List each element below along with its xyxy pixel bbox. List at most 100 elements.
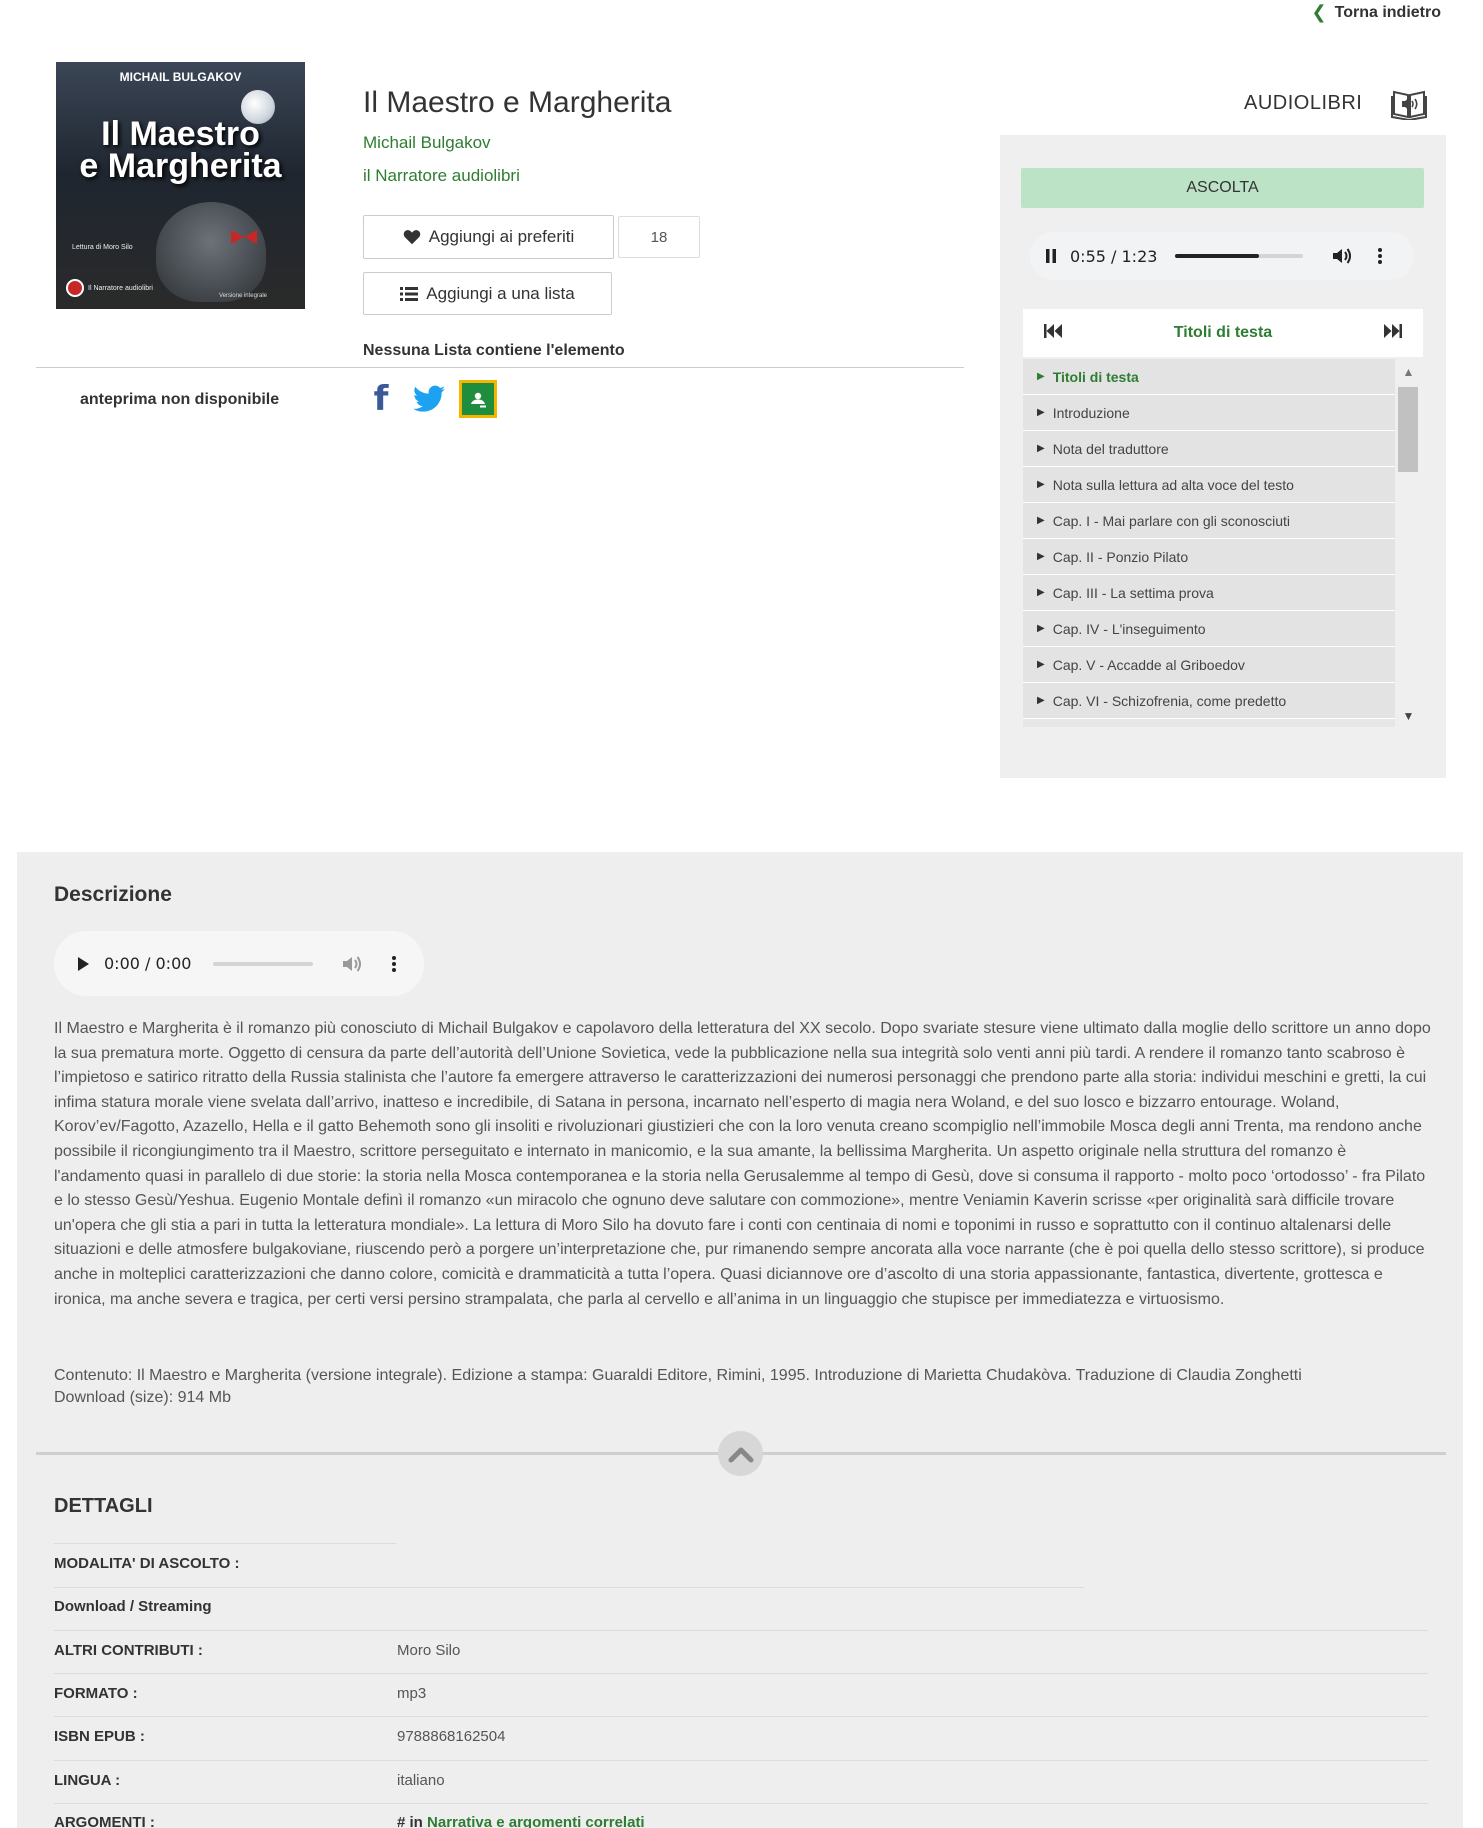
chapter-item[interactable]: ▶ Cap. IV - L'inseguimento bbox=[1023, 611, 1395, 647]
chapter-item[interactable]: ▶ Nota sulla lettura ad alta voce del tes… bbox=[1023, 467, 1395, 503]
other-contrib-value: Moro Silo bbox=[397, 1642, 461, 1659]
seek-bar-progress bbox=[1175, 254, 1259, 258]
add-to-list-button[interactable]: Aggiungi a una lista bbox=[363, 272, 612, 315]
page-title: Il Maestro e Margherita bbox=[363, 86, 672, 119]
favorites-count: 18 bbox=[618, 216, 700, 258]
other-contrib-label: ALTRI CONTRIBUTI : bbox=[54, 1642, 203, 1659]
book-cover: MICHAIL BULGAKOV Il Maestro e Margherita… bbox=[56, 62, 305, 309]
play-triangle-icon: ▶ bbox=[1037, 659, 1045, 670]
author-link[interactable]: Michail Bulgakov bbox=[363, 133, 491, 153]
description-seek-bar[interactable] bbox=[213, 961, 314, 966]
chapter-item[interactable]: ▶ Cap. II - Ponzio Pilato bbox=[1023, 539, 1395, 575]
isbn-value: 9788868162504 bbox=[397, 1728, 506, 1745]
social-share: f bbox=[363, 379, 497, 419]
divider bbox=[36, 367, 964, 368]
category-label: AUDIOLIBRI bbox=[1244, 92, 1363, 114]
publisher-link[interactable]: il Narratore audiolibri bbox=[363, 166, 520, 186]
chapter-scrollbar[interactable]: ▲ ▼ bbox=[1395, 359, 1422, 727]
chapter-item[interactable]: ▶ Introduzione bbox=[1023, 395, 1395, 431]
topics-prefix: # in bbox=[397, 1814, 423, 1828]
chapter-item[interactable]: ▶ Cap. I - Mai parlare con gli sconosciut… bbox=[1023, 503, 1395, 539]
isbn-label: ISBN EPUB : bbox=[54, 1728, 145, 1745]
total-time: 1:23 bbox=[1121, 246, 1158, 266]
google-classroom-icon[interactable] bbox=[459, 380, 497, 418]
time-display: 0:55 / 1:23 bbox=[1070, 246, 1158, 266]
previous-track-icon[interactable] bbox=[1043, 323, 1063, 344]
details-divider bbox=[54, 1716, 1428, 1717]
audiobook-icon bbox=[1391, 90, 1427, 120]
chapters-header: Titoli di testa bbox=[1023, 309, 1423, 357]
topics-value: # in Narrativa e argomenti correlati bbox=[397, 1814, 645, 1828]
topics-label: ARGOMENTI : bbox=[54, 1814, 155, 1828]
details-divider bbox=[54, 1587, 1084, 1588]
play-triangle-icon: ▶ bbox=[1037, 695, 1045, 706]
cat-graphic bbox=[156, 202, 266, 302]
chapter-item[interactable]: ▶ Cap. III - La settima prova bbox=[1023, 575, 1395, 611]
volume-icon[interactable] bbox=[1331, 246, 1353, 266]
no-list-text: Nessuna Lista contiene l'elemento bbox=[363, 342, 625, 359]
listen-button[interactable]: ASCOLTA bbox=[1021, 168, 1424, 208]
publisher-logo-icon bbox=[66, 279, 84, 297]
cover-edition: Versione integrale bbox=[218, 293, 267, 299]
list-icon bbox=[400, 286, 419, 301]
cover-author: MICHAIL BULGAKOV bbox=[119, 70, 242, 84]
details-heading: DETTAGLI bbox=[54, 1495, 153, 1517]
play-icon[interactable] bbox=[76, 956, 90, 972]
collapse-button[interactable] bbox=[718, 1431, 763, 1476]
cover-title: Il Maestro e Margherita bbox=[79, 115, 282, 185]
chapter-item[interactable]: ▶ Cap. V - Accadde al Griboedov bbox=[1023, 647, 1395, 683]
play-triangle-icon: ▶ bbox=[1037, 623, 1045, 634]
volume-icon[interactable] bbox=[341, 954, 363, 974]
listening-mode-label: MODALITA' DI ASCOLTO : bbox=[54, 1555, 240, 1572]
add-favorites-label: Aggiungi ai preferiti bbox=[428, 227, 575, 246]
twitter-icon[interactable] bbox=[411, 381, 447, 417]
scroll-down-icon[interactable]: ▼ bbox=[1395, 709, 1422, 723]
scroll-up-icon[interactable]: ▲ bbox=[1395, 365, 1422, 379]
heart-icon bbox=[403, 230, 420, 245]
back-link[interactable]: ❮ Torna indietro bbox=[1312, 2, 1441, 23]
current-time: 0:55 bbox=[1070, 246, 1106, 266]
play-triangle-icon: ▶ bbox=[1037, 443, 1045, 454]
play-triangle-icon: ▶ bbox=[1037, 551, 1045, 562]
current-chapter-title: Titoli di testa bbox=[1173, 324, 1273, 341]
seek-bar[interactable] bbox=[1175, 254, 1304, 258]
details-divider bbox=[54, 1543, 396, 1544]
listening-mode-value: Download / Streaming bbox=[54, 1598, 212, 1615]
chevron-up-icon bbox=[728, 1447, 753, 1462]
play-triangle-icon: ▶ bbox=[1037, 587, 1045, 598]
download-size: Download (size): 914 Mb bbox=[54, 1389, 231, 1406]
play-triangle-icon: ▶ bbox=[1037, 479, 1045, 490]
main-audio-player: 0:55 / 1:23 bbox=[1030, 232, 1414, 280]
scroll-thumb[interactable] bbox=[1398, 387, 1418, 472]
chapter-item[interactable]: ▶ Cap. VI - Schizofrenia, come predetto bbox=[1023, 683, 1395, 719]
description-audio-time: 0:00 / 0:00 bbox=[104, 954, 192, 973]
language-value: italiano bbox=[397, 1772, 445, 1789]
more-options-icon[interactable] bbox=[391, 955, 397, 973]
details-divider bbox=[54, 1803, 1428, 1804]
play-triangle-icon: ▶ bbox=[1037, 407, 1045, 418]
cover-reader: Lettura di Moro Silo bbox=[72, 244, 133, 251]
add-favorites-button[interactable]: Aggiungi ai preferiti bbox=[363, 215, 614, 259]
topics-link[interactable]: Narrativa e argomenti correlati bbox=[427, 1814, 645, 1828]
facebook-icon[interactable]: f bbox=[363, 379, 399, 419]
details-divider bbox=[54, 1630, 1428, 1631]
content-info: Contenuto: Il Maestro e Margherita (vers… bbox=[54, 1367, 1302, 1384]
language-label: LINGUA : bbox=[54, 1772, 121, 1789]
chevron-left-icon: ❮ bbox=[1311, 2, 1327, 22]
details-divider bbox=[54, 1760, 1428, 1761]
description-text: Il Maestro e Margherita è il romanzo più… bbox=[54, 1020, 1431, 1308]
chapter-item[interactable]: ▶ Titoli di testa bbox=[1023, 359, 1395, 395]
chapter-item[interactable]: ▶ Nota del traduttore bbox=[1023, 431, 1395, 467]
next-track-icon[interactable] bbox=[1383, 323, 1403, 344]
cover-publisher: Il Narratore audiolibri bbox=[66, 279, 153, 297]
play-triangle-icon: ▶ bbox=[1037, 371, 1045, 382]
description-section bbox=[17, 852, 1463, 1828]
pause-icon[interactable] bbox=[1044, 248, 1058, 264]
format-value: mp3 bbox=[397, 1685, 427, 1702]
preview-unavailable-text: anteprima non disponibile bbox=[80, 391, 280, 408]
format-label: FORMATO : bbox=[54, 1685, 138, 1702]
play-triangle-icon: ▶ bbox=[1037, 515, 1045, 526]
description-heading: Descrizione bbox=[54, 883, 172, 906]
back-label: Torna indietro bbox=[1334, 3, 1441, 21]
more-options-icon[interactable] bbox=[1377, 247, 1383, 265]
